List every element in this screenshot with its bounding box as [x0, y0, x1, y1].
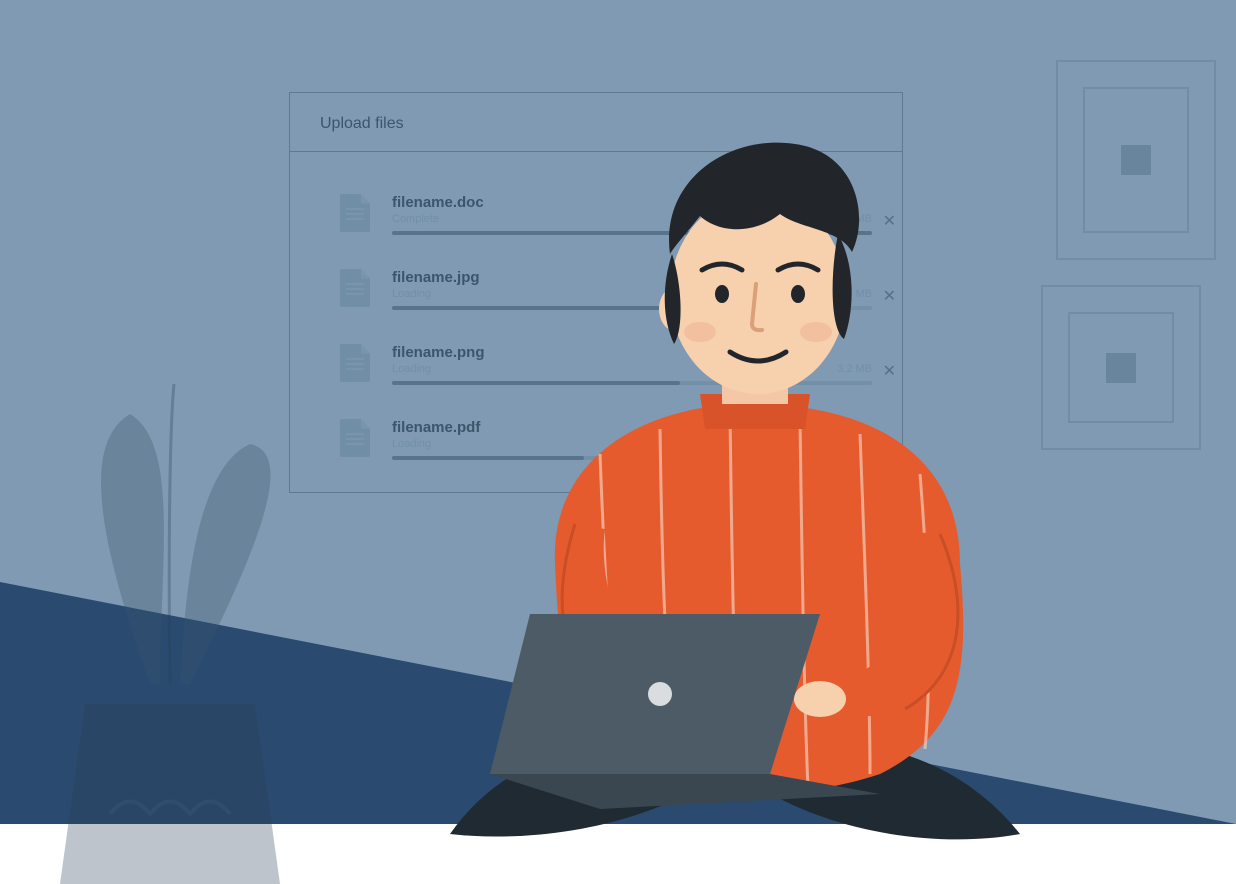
document-icon	[340, 194, 370, 232]
document-icon	[340, 419, 370, 457]
document-icon	[340, 269, 370, 307]
person-illustration	[400, 134, 1100, 854]
document-icon	[340, 344, 370, 382]
illustration-scene: Upload files filename.doc Complete 3 MB …	[0, 0, 1236, 824]
